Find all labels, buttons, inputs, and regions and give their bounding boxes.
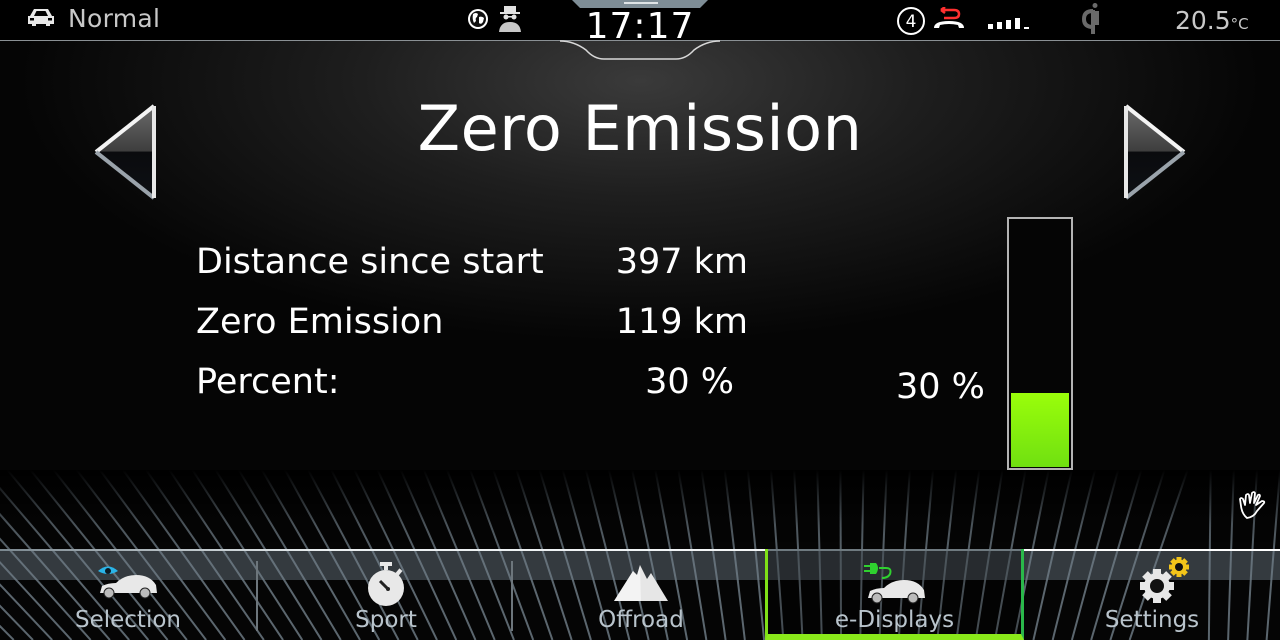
gear-icon: [1135, 557, 1195, 607]
stat-row-distance: Distance since start 397 km: [196, 242, 756, 286]
status-bar: Normal 17:17 4 20.5°C: [0, 0, 1280, 60]
nav-item-selection[interactable]: Selection: [0, 549, 256, 640]
stopwatch-icon: [364, 561, 408, 611]
previous-page-button[interactable]: [92, 103, 158, 201]
gauge-percent-label: 30 %: [896, 367, 985, 407]
globe-icon: [467, 8, 489, 34]
car-icon: [26, 7, 56, 31]
nav-item-label: Settings: [1104, 607, 1200, 633]
nav-item-label: Offroad: [598, 607, 684, 633]
nav-item-e-displays[interactable]: e-Displays: [765, 549, 1024, 640]
nav-item-label: e-Displays: [834, 607, 955, 633]
page-title: Zero Emission: [417, 92, 863, 165]
wireless-charging-qi-icon: [1081, 2, 1104, 40]
stat-label: Zero Emission: [196, 302, 444, 342]
outside-temperature: 20.5°C: [1175, 6, 1249, 35]
mountain-icon: [613, 561, 669, 605]
bottom-navigation: Selection Sport Offroad e-Displays Setti…: [0, 549, 1280, 640]
stat-value: 397 km: [615, 242, 748, 282]
stat-row-percent: Percent: 30 %: [196, 362, 756, 406]
zero-emission-gauge: [1007, 217, 1073, 470]
gauge-fill: [1011, 393, 1069, 467]
next-page-button[interactable]: [1122, 103, 1188, 201]
nav-item-label: Sport: [355, 607, 417, 633]
car-eye-icon: [96, 563, 160, 605]
stat-value: 30 %: [645, 362, 734, 402]
hand-gesture-icon[interactable]: [1238, 490, 1270, 526]
svg-text:4: 4: [906, 12, 917, 32]
drive-mode-label: Normal: [68, 4, 161, 33]
nav-item-offroad[interactable]: Offroad: [513, 549, 769, 640]
privacy-agent-icon: [497, 5, 523, 37]
signal-strength-icon: [988, 15, 1040, 34]
nav-item-sport[interactable]: Sport: [258, 549, 514, 640]
temperature-value: 20.5: [1175, 6, 1231, 35]
missed-call-icon: [932, 6, 966, 35]
nav-item-label: Selection: [75, 607, 181, 633]
message-count-badge: 4: [896, 6, 926, 40]
car-plug-icon: [862, 562, 928, 608]
stat-value: 119 km: [615, 302, 748, 342]
temperature-unit: °C: [1230, 15, 1249, 33]
clock-tab[interactable]: 17:17: [560, 0, 720, 62]
clock: 17:17: [585, 6, 695, 47]
arrow-right-icon: [1124, 104, 1186, 200]
drive-mode-indicator[interactable]: Normal: [26, 4, 160, 33]
stat-row-zero-emission: Zero Emission 119 km: [196, 302, 756, 346]
nav-item-settings[interactable]: Settings: [1024, 549, 1280, 640]
stat-label: Percent:: [196, 362, 340, 402]
arrow-left-icon: [94, 104, 156, 200]
stat-label: Distance since start: [196, 242, 544, 282]
